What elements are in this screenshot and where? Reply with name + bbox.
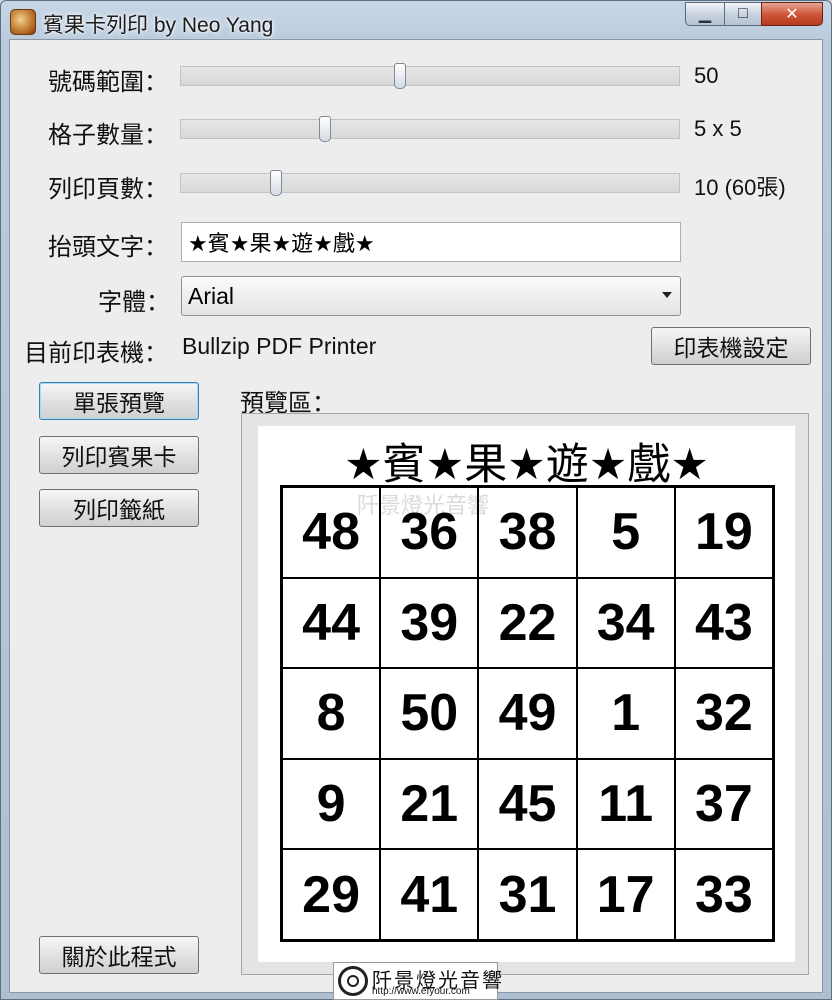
maximize-button[interactable]: □ [724, 2, 762, 26]
close-button[interactable]: ✕ [761, 2, 823, 26]
range-slider[interactable] [180, 63, 680, 89]
grid-size-slider-thumb[interactable] [319, 116, 332, 142]
chevron-down-icon [662, 292, 672, 298]
range-label: 號碼範圍： [48, 69, 168, 96]
printer-name: Bullzip PDF Printer [182, 333, 377, 359]
bingo-cell: 19 [674, 487, 773, 578]
pages-slider[interactable] [180, 170, 680, 196]
minimize-icon: ▁ [698, 6, 712, 23]
bingo-cell: 1 [576, 668, 675, 759]
preview-single-button[interactable]: 單張預覽 [39, 382, 199, 420]
printer-label: 目前印表機： [24, 340, 168, 367]
bingo-cell: 36 [380, 487, 479, 578]
bingo-grid: 48 36 38 5 19 44 39 22 34 43 8 50 49 1 32 9 21 45 11 37 29 41… [280, 485, 775, 942]
print-cards-button[interactable]: 列印賓果卡 [39, 436, 199, 474]
font-label: 字體： [98, 289, 170, 316]
bingo-cell: 32 [674, 668, 773, 759]
bingo-cell: 50 [380, 668, 479, 759]
bingo-cell: 11 [576, 758, 675, 850]
about-button[interactable]: 關於此程式 [39, 936, 199, 974]
pages-slider-thumb[interactable] [269, 170, 282, 196]
printer-setup-button[interactable]: 印表機設定 [651, 327, 811, 365]
logo-url: http://www.efyour.com [372, 986, 470, 997]
watermark-logo: 阡景燈光音響 http://www.efyour.com [333, 962, 502, 1000]
pages-value: 10 (60張) [694, 175, 786, 200]
bingo-cell: 31 [478, 849, 577, 940]
pages-label: 列印頁數： [48, 176, 168, 203]
header-text-input[interactable]: ★賓★果★遊★戲★ [181, 222, 681, 262]
bingo-cell: 5 [576, 487, 675, 578]
preview-area: ★賓★果★遊★戲★ 阡景燈光音響 48 36 38 5 19 44 39 22 34 43 8 50 4… [241, 413, 809, 975]
bingo-cell: 49 [478, 668, 577, 759]
grid-size-slider[interactable] [180, 116, 680, 142]
font-select-value: Arial [188, 282, 235, 309]
range-value: 50 [694, 63, 719, 88]
bingo-cell: 17 [576, 849, 675, 940]
bingo-cell: 34 [576, 577, 675, 669]
bingo-cell: 41 [380, 849, 479, 940]
bingo-cell: 8 [282, 668, 381, 759]
bingo-cell: 22 [478, 577, 577, 669]
bingo-cell: 9 [282, 758, 381, 850]
close-icon: ✕ [785, 6, 799, 23]
print-lots-button[interactable]: 列印籤紙 [39, 489, 199, 527]
minimize-button[interactable]: ▁ [685, 2, 725, 26]
card-title: ★賓★果★遊★戲★ [344, 440, 709, 490]
header-text-label: 抬頭文字： [48, 234, 168, 261]
font-select[interactable]: Arial [181, 276, 681, 316]
bingo-cell: 38 [478, 487, 577, 578]
bingo-cell: 39 [380, 577, 479, 669]
grid-size-label: 格子數量： [48, 122, 168, 149]
bingo-cell: 33 [674, 849, 773, 940]
bingo-cell: 37 [674, 758, 773, 850]
bingo-cell: 45 [478, 758, 577, 850]
window-title: 賓果卡列印 by Neo Yang [43, 14, 274, 37]
bingo-cell: 48 [282, 487, 381, 578]
bingo-cell: 29 [282, 849, 381, 940]
bingo-cell: 21 [380, 758, 479, 850]
grid-size-value: 5 x 5 [694, 116, 742, 141]
app-icon [10, 9, 36, 35]
bingo-cell: 44 [282, 577, 381, 669]
bingo-card: ★賓★果★遊★戲★ 阡景燈光音響 48 36 38 5 19 44 39 22 34 43 8 50 4… [258, 426, 795, 962]
maximize-icon: □ [738, 5, 748, 22]
bingo-cell: 43 [674, 577, 773, 669]
client-area: 號碼範圍： 50 格子數量： 5 x 5 列印頁數： 10 (60張) 抬頭文字… [9, 39, 823, 993]
logo-mark-icon [338, 966, 368, 996]
title-bar[interactable]: 賓果卡列印 by Neo Yang ▁ □ ✕ [1, 1, 831, 39]
app-window: 賓果卡列印 by Neo Yang ▁ □ ✕ 號碼範圍： 50 格子數量： 5… [0, 0, 832, 1000]
range-slider-thumb[interactable] [394, 63, 407, 89]
